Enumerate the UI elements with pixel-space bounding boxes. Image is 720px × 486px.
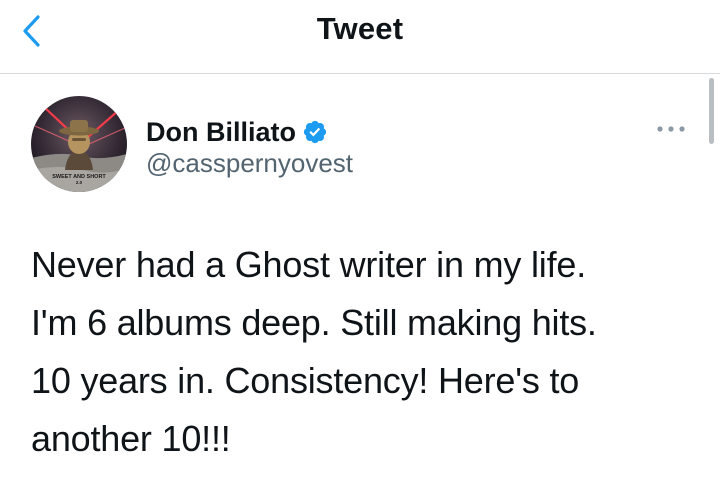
avatar[interactable]: SWEET AND SHORT 2.0 [31, 96, 127, 192]
more-horizontal-icon [657, 126, 685, 132]
author-handle[interactable]: @casspernyovest [146, 148, 353, 179]
tweet-text-line: Never had a Ghost writer in my life. [31, 244, 587, 285]
page-title: Tweet [316, 11, 404, 46]
scrollbar[interactable] [709, 78, 714, 144]
tweet-text-line: another 10!!! [31, 418, 231, 459]
tweet-text-line: 10 years in. Consistency! Here's to [31, 360, 580, 401]
avatar-caption-sub: 2.0 [76, 180, 83, 185]
tweet-detail-screen: Tweet SWEET AND SHORT 2.0 Don Billiato @… [0, 0, 720, 486]
author-display-name[interactable]: Don Billiato [146, 117, 296, 148]
more-options-button[interactable] [650, 115, 694, 143]
verified-badge-icon [303, 120, 327, 144]
tweet-text: Never had a Ghost writer in my life. I'm… [31, 236, 701, 468]
author-name-row[interactable]: Don Billiato [146, 114, 328, 150]
tweet-text-line: I'm 6 albums deep. Still making hits. [31, 302, 597, 343]
top-nav-bar: Tweet [0, 0, 720, 74]
